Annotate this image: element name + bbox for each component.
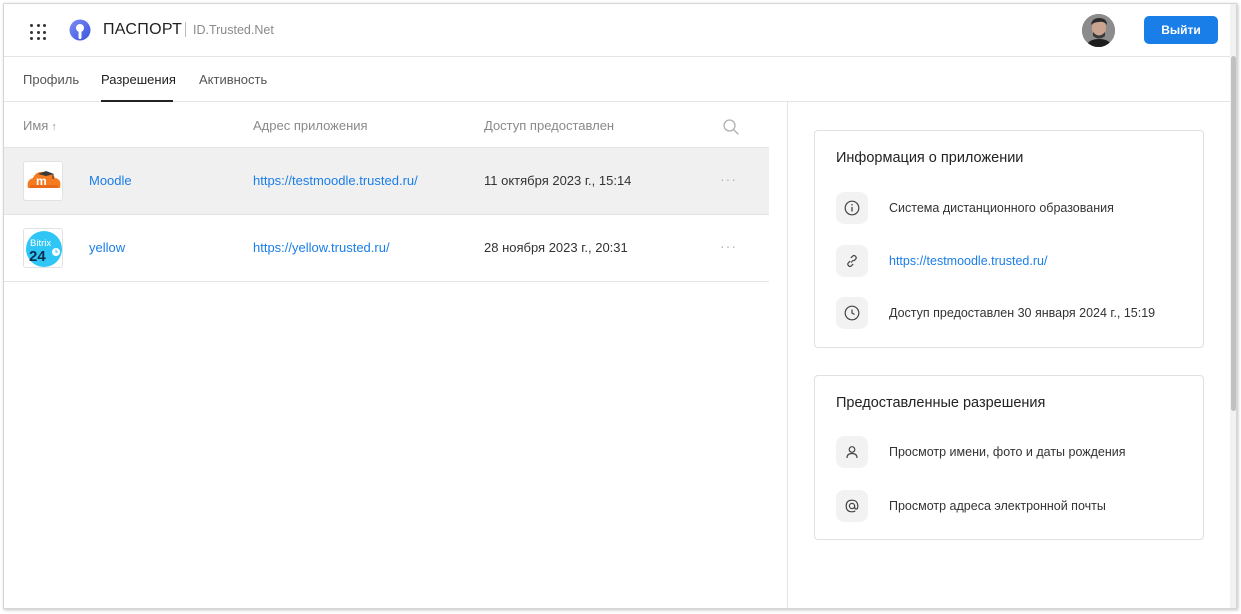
app-url-link[interactable]: https://testmoodle.trusted.ru/ xyxy=(253,173,418,188)
access-granted-text: Доступ предоставлен 30 января 2024 г., 1… xyxy=(889,306,1156,320)
permissions-card: Предоставленные разрешения Просмотр имен… xyxy=(814,375,1204,540)
user-icon xyxy=(836,436,868,468)
app-info-card: Информация о приложении Система дистанци… xyxy=(814,130,1204,348)
top-bar: ПАСПОРТ ID.Trusted.Net Выйти xyxy=(4,4,1230,57)
scrollbar[interactable] xyxy=(1230,4,1236,608)
permission-label: Просмотр имени, фото и даты рождения xyxy=(889,445,1126,459)
access-row: Доступ предоставлен 30 января 2024 г., 1… xyxy=(836,297,1196,329)
more-options-icon[interactable]: ··· xyxy=(720,238,737,254)
logout-button[interactable]: Выйти xyxy=(1144,16,1218,44)
tab-activity[interactable]: Активность xyxy=(199,72,267,87)
permission-label: Просмотр адреса электронной почты xyxy=(889,499,1106,513)
bitrix24-app-icon: Bitrix 24 xyxy=(23,228,63,268)
permission-item: Просмотр имени, фото и даты рождения xyxy=(836,436,1196,468)
column-url-header: Адрес приложения xyxy=(253,118,368,133)
at-sign-icon xyxy=(836,490,868,522)
tab-bar: Профиль Разрешения Активность xyxy=(4,57,1230,102)
avatar[interactable] xyxy=(1082,14,1115,47)
clock-icon xyxy=(836,297,868,329)
tab-permissions[interactable]: Разрешения xyxy=(101,72,176,87)
moodle-app-icon: m xyxy=(23,161,63,201)
app-description: Система дистанционного образования xyxy=(889,201,1114,215)
apps-table: Имя ↑ Адрес приложения Доступ предоставле… xyxy=(4,102,769,282)
brand-title: ПАСПОРТ xyxy=(103,21,183,38)
svg-text:m: m xyxy=(36,174,47,188)
app-name-link[interactable]: Moodle xyxy=(89,173,132,188)
access-date: 11 октября 2023 г., 15:14 xyxy=(484,173,632,188)
logo-icon[interactable] xyxy=(69,19,91,41)
permission-item: Просмотр адреса электронной почты xyxy=(836,490,1196,522)
app-info-title: Информация о приложении xyxy=(836,150,1024,166)
panel-divider xyxy=(787,102,788,608)
column-name-header[interactable]: Имя ↑ xyxy=(23,118,57,133)
app-url-link[interactable]: https://testmoodle.trusted.ru/ xyxy=(889,254,1047,268)
table-row[interactable]: m Moodle https://testmoodle.trusted.ru/ … xyxy=(4,148,769,215)
column-name-label: Имя xyxy=(23,118,49,133)
info-icon xyxy=(836,192,868,224)
permissions-title: Предоставленные разрешения xyxy=(836,395,1046,411)
brand-divider xyxy=(185,22,186,37)
table-row[interactable]: Bitrix 24 yellow https://yellow.trusted.… xyxy=(4,215,769,282)
more-options-icon[interactable]: ··· xyxy=(720,171,737,187)
scrollbar-thumb[interactable] xyxy=(1231,56,1236,411)
apps-grid-icon[interactable] xyxy=(30,24,46,40)
tab-profile[interactable]: Профиль xyxy=(23,72,79,87)
column-date-header: Доступ предоставлен xyxy=(484,118,615,133)
link-icon xyxy=(836,245,868,277)
app-name-link[interactable]: yellow xyxy=(89,240,125,255)
app-url-row: https://testmoodle.trusted.ru/ xyxy=(836,245,1196,277)
search-icon[interactable] xyxy=(722,118,740,136)
app-description-row: Система дистанционного образования xyxy=(836,192,1196,224)
app-url-link[interactable]: https://yellow.trusted.ru/ xyxy=(253,240,390,255)
table-header: Имя ↑ Адрес приложения Доступ предоставле… xyxy=(4,102,769,148)
brand-domain: ID.Trusted.Net xyxy=(193,23,274,37)
app-window: ПАСПОРТ ID.Trusted.Net Выйти Профиль Раз… xyxy=(3,3,1237,609)
bitrix-icon-number: 24 xyxy=(29,248,46,265)
sort-arrow-icon[interactable]: ↑ xyxy=(51,121,57,133)
access-date: 28 ноября 2023 г., 20:31 xyxy=(484,240,628,255)
